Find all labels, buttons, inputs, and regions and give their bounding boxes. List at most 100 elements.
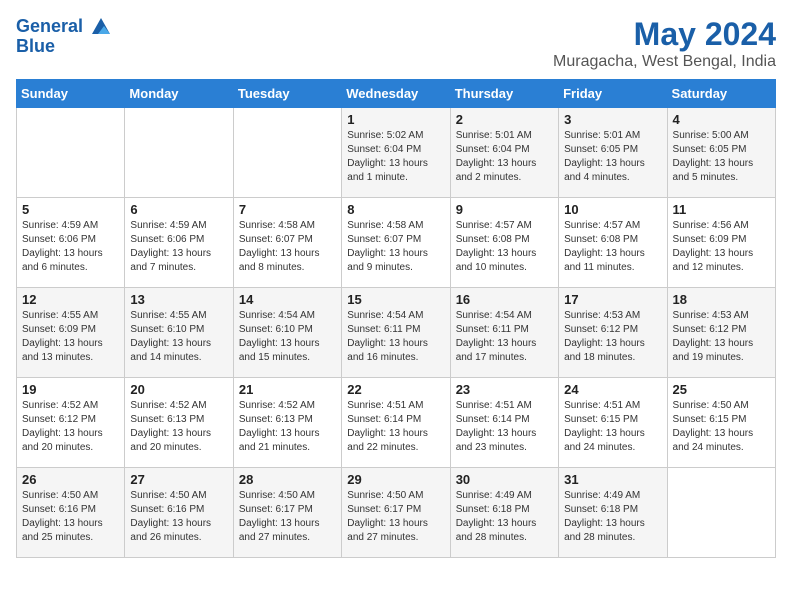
page-header: General Blue May 2024 Muragacha, West Be… — [16, 16, 776, 71]
calendar-day-cell: 9Sunrise: 4:57 AM Sunset: 6:08 PM Daylig… — [450, 198, 558, 288]
day-info: Sunrise: 4:55 AM Sunset: 6:09 PM Dayligh… — [22, 309, 119, 365]
calendar-day-cell: 30Sunrise: 4:49 AM Sunset: 6:18 PM Dayli… — [450, 468, 558, 558]
calendar-day-cell: 7 Sunrise: 4:58 AM Sunset: 6:07 PM Daylig… — [233, 198, 341, 288]
day-number: 23 — [456, 382, 553, 397]
logo: General Blue — [16, 16, 112, 57]
day-number: 21 — [239, 382, 336, 397]
day-info: Sunrise: 4:59 AM Sunset: 6:06 PM Dayligh… — [22, 219, 119, 275]
day-number: 16 — [456, 292, 553, 307]
day-number: 27 — [130, 472, 227, 487]
day-number: 3 — [564, 112, 661, 127]
day-info: Sunrise: 4:50 AM Sunset: 6:16 PM Dayligh… — [22, 489, 119, 545]
calendar-day-cell: 27Sunrise: 4:50 AM Sunset: 6:16 PM Dayli… — [125, 468, 233, 558]
calendar-day-cell: 23 Sunrise: 4:51 AM Sunset: 6:14 PM Dayli… — [450, 378, 558, 468]
calendar-day-cell: 15 Sunrise: 4:54 AM Sunset: 6:11 PM Dayli… — [342, 288, 450, 378]
calendar-day-cell: 28 Sunrise: 4:50 AM Sunset: 6:17 PM Dayli… — [233, 468, 341, 558]
calendar-day-cell: 13 Sunrise: 4:55 AM Sunset: 6:10 PM Dayli… — [125, 288, 233, 378]
day-info: Sunrise: 4:49 AM Sunset: 6:18 PM Dayligh… — [564, 489, 661, 545]
day-number: 28 — [239, 472, 336, 487]
calendar-day-cell: 22 Sunrise: 4:51 AM Sunset: 6:14 PM Dayli… — [342, 378, 450, 468]
day-number: 26 — [22, 472, 119, 487]
calendar-day-cell: 16 Sunrise: 4:54 AM Sunset: 6:11 PM Dayli… — [450, 288, 558, 378]
day-info: Sunrise: 4:50 AM Sunset: 6:15 PM Dayligh… — [673, 399, 770, 455]
day-info: Sunrise: 4:51 AM Sunset: 6:15 PM Dayligh… — [564, 399, 661, 455]
day-number: 20 — [130, 382, 227, 397]
day-number: 31 — [564, 472, 661, 487]
calendar-title: May 2024 — [553, 16, 776, 53]
day-info: Sunrise: 4:56 AM Sunset: 6:09 PM Dayligh… — [673, 219, 770, 275]
day-number: 19 — [22, 382, 119, 397]
calendar-day-cell — [667, 468, 775, 558]
day-info: Sunrise: 4:58 AM Sunset: 6:07 PM Dayligh… — [347, 219, 444, 275]
day-number: 24 — [564, 382, 661, 397]
day-number: 14 — [239, 292, 336, 307]
calendar-week-row: 5 Sunrise: 4:59 AM Sunset: 6:06 PM Daylig… — [17, 198, 776, 288]
calendar-day-cell: 18Sunrise: 4:53 AM Sunset: 6:12 PM Dayli… — [667, 288, 775, 378]
weekday-header: Saturday — [667, 80, 775, 108]
calendar-day-cell — [125, 108, 233, 198]
calendar-day-cell: 2Sunrise: 5:01 AM Sunset: 6:04 PM Daylig… — [450, 108, 558, 198]
calendar-week-row: 12Sunrise: 4:55 AM Sunset: 6:09 PM Dayli… — [17, 288, 776, 378]
calendar-day-cell: 8 Sunrise: 4:58 AM Sunset: 6:07 PM Daylig… — [342, 198, 450, 288]
day-info: Sunrise: 4:57 AM Sunset: 6:08 PM Dayligh… — [564, 219, 661, 275]
calendar-day-cell: 14 Sunrise: 4:54 AM Sunset: 6:10 PM Dayli… — [233, 288, 341, 378]
calendar-day-cell — [17, 108, 125, 198]
weekday-header: Wednesday — [342, 80, 450, 108]
title-block: May 2024 Muragacha, West Bengal, India — [553, 16, 776, 71]
calendar-week-row: 1Sunrise: 5:02 AM Sunset: 6:04 PM Daylig… — [17, 108, 776, 198]
day-info: Sunrise: 5:00 AM Sunset: 6:05 PM Dayligh… — [673, 129, 770, 185]
weekday-header: Thursday — [450, 80, 558, 108]
calendar-week-row: 19 Sunrise: 4:52 AM Sunset: 6:12 PM Dayli… — [17, 378, 776, 468]
calendar-day-cell: 29 Sunrise: 4:50 AM Sunset: 6:17 PM Dayli… — [342, 468, 450, 558]
day-number: 7 — [239, 202, 336, 217]
calendar-week-row: 26 Sunrise: 4:50 AM Sunset: 6:16 PM Dayli… — [17, 468, 776, 558]
calendar-day-cell: 20 Sunrise: 4:52 AM Sunset: 6:13 PM Dayli… — [125, 378, 233, 468]
day-number: 10 — [564, 202, 661, 217]
logo-icon — [90, 16, 112, 38]
day-number: 11 — [673, 202, 770, 217]
calendar-table: SundayMondayTuesdayWednesdayThursdayFrid… — [16, 79, 776, 558]
day-number: 8 — [347, 202, 444, 217]
day-number: 15 — [347, 292, 444, 307]
day-number: 25 — [673, 382, 770, 397]
day-number: 29 — [347, 472, 444, 487]
day-info: Sunrise: 4:52 AM Sunset: 6:13 PM Dayligh… — [130, 399, 227, 455]
day-info: Sunrise: 4:50 AM Sunset: 6:17 PM Dayligh… — [239, 489, 336, 545]
day-info: Sunrise: 4:58 AM Sunset: 6:07 PM Dayligh… — [239, 219, 336, 275]
calendar-day-cell: 11 Sunrise: 4:56 AM Sunset: 6:09 PM Dayli… — [667, 198, 775, 288]
calendar-day-cell: 31 Sunrise: 4:49 AM Sunset: 6:18 PM Dayli… — [559, 468, 667, 558]
weekday-header: Sunday — [17, 80, 125, 108]
calendar-day-cell: 26 Sunrise: 4:50 AM Sunset: 6:16 PM Dayli… — [17, 468, 125, 558]
day-number: 4 — [673, 112, 770, 127]
weekday-header-row: SundayMondayTuesdayWednesdayThursdayFrid… — [17, 80, 776, 108]
day-number: 9 — [456, 202, 553, 217]
day-info: Sunrise: 4:54 AM Sunset: 6:10 PM Dayligh… — [239, 309, 336, 365]
day-number: 5 — [22, 202, 119, 217]
calendar-day-cell: 4 Sunrise: 5:00 AM Sunset: 6:05 PM Daylig… — [667, 108, 775, 198]
day-number: 30 — [456, 472, 553, 487]
calendar-day-cell — [233, 108, 341, 198]
day-info: Sunrise: 5:02 AM Sunset: 6:04 PM Dayligh… — [347, 129, 444, 185]
calendar-day-cell: 17Sunrise: 4:53 AM Sunset: 6:12 PM Dayli… — [559, 288, 667, 378]
day-info: Sunrise: 4:52 AM Sunset: 6:12 PM Dayligh… — [22, 399, 119, 455]
day-info: Sunrise: 5:01 AM Sunset: 6:05 PM Dayligh… — [564, 129, 661, 185]
day-number: 6 — [130, 202, 227, 217]
logo-text: General — [16, 16, 112, 38]
day-number: 22 — [347, 382, 444, 397]
day-info: Sunrise: 4:51 AM Sunset: 6:14 PM Dayligh… — [456, 399, 553, 455]
logo-line2: Blue — [16, 36, 112, 57]
day-info: Sunrise: 4:55 AM Sunset: 6:10 PM Dayligh… — [130, 309, 227, 365]
day-info: Sunrise: 4:51 AM Sunset: 6:14 PM Dayligh… — [347, 399, 444, 455]
calendar-day-cell: 24 Sunrise: 4:51 AM Sunset: 6:15 PM Dayli… — [559, 378, 667, 468]
calendar-day-cell: 25 Sunrise: 4:50 AM Sunset: 6:15 PM Dayli… — [667, 378, 775, 468]
day-number: 13 — [130, 292, 227, 307]
day-info: Sunrise: 4:54 AM Sunset: 6:11 PM Dayligh… — [347, 309, 444, 365]
day-number: 2 — [456, 112, 553, 127]
day-info: Sunrise: 4:54 AM Sunset: 6:11 PM Dayligh… — [456, 309, 553, 365]
calendar-day-cell: 21Sunrise: 4:52 AM Sunset: 6:13 PM Dayli… — [233, 378, 341, 468]
calendar-day-cell: 3 Sunrise: 5:01 AM Sunset: 6:05 PM Daylig… — [559, 108, 667, 198]
day-info: Sunrise: 4:50 AM Sunset: 6:17 PM Dayligh… — [347, 489, 444, 545]
calendar-day-cell: 10 Sunrise: 4:57 AM Sunset: 6:08 PM Dayli… — [559, 198, 667, 288]
calendar-day-cell: 19 Sunrise: 4:52 AM Sunset: 6:12 PM Dayli… — [17, 378, 125, 468]
calendar-day-cell: 5 Sunrise: 4:59 AM Sunset: 6:06 PM Daylig… — [17, 198, 125, 288]
